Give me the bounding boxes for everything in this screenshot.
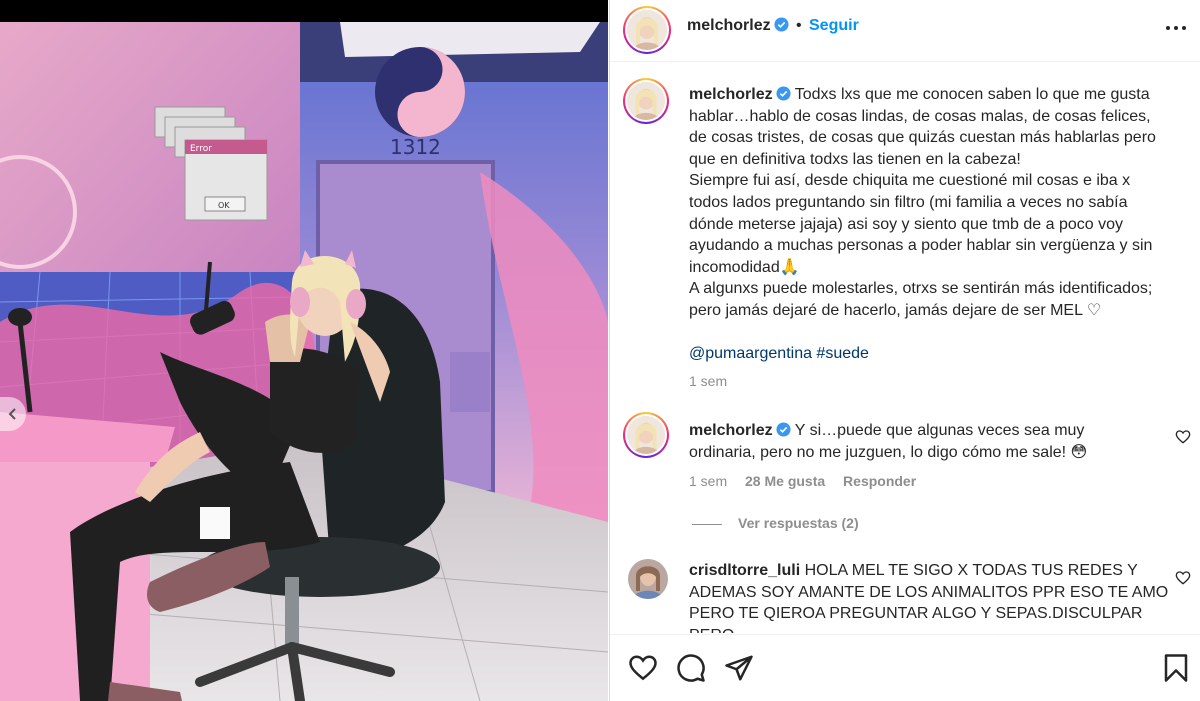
comment-meta: 1 sem 28 Me gusta Responder: [689, 473, 930, 489]
header-separator: •: [796, 17, 802, 34]
caption-tags-link[interactable]: @pumaargentina #suede: [689, 343, 1179, 365]
caption-timestamp[interactable]: 1 sem: [689, 373, 727, 389]
more-horizontal-icon[interactable]: [1162, 16, 1190, 40]
comment-icon[interactable]: [676, 653, 706, 683]
comment-username[interactable]: melchorlez: [689, 422, 773, 439]
comment-line: ADEMAS SOY AMANTE DE LOS ANIMALITOS PPR …: [689, 583, 1169, 601]
reply-button[interactable]: Responder: [843, 473, 916, 489]
heart-icon[interactable]: [628, 653, 658, 683]
caption-line: de cosas tristes, de cosas que quizás cu…: [689, 129, 1156, 147]
comments-section[interactable]: melchorlez Todxs lxs que me conocen sabe…: [610, 63, 1200, 633]
bookmark-icon[interactable]: [1161, 653, 1191, 683]
caption-line: ayudando a muchas personas a poder habla…: [689, 237, 1153, 255]
caption-avatar[interactable]: [623, 78, 669, 124]
comment-line: ordinaria, pero no me juzguen, lo digo c…: [689, 443, 1088, 461]
caption-line: que en definitiva todxs las tienen en la…: [689, 150, 1021, 168]
post-photo[interactable]: 1312 Error OK: [0, 22, 608, 701]
comment-avatar[interactable]: [623, 412, 669, 458]
comment-text: melchorlez Y si…puede que algunas veces …: [689, 420, 1179, 463]
post-caption: melchorlez Todxs lxs que me conocen sabe…: [689, 84, 1179, 365]
caption-line: pero jamás dejaré de hacerlo, jamás deja…: [689, 301, 1102, 319]
caption-username[interactable]: melchorlez: [689, 86, 773, 103]
verified-badge-icon: [776, 422, 791, 437]
comment-like-heart-icon[interactable]: [1175, 429, 1191, 445]
verified-badge-icon: [774, 17, 789, 32]
caption-line: dónde meterse jajaja) asi soy y siento q…: [689, 215, 1124, 233]
avatar-image: [627, 416, 665, 454]
wall-number-text: 1312: [390, 135, 441, 159]
header-avatar[interactable]: [623, 6, 671, 54]
header-username-text[interactable]: melchorlez: [687, 17, 771, 34]
share-icon[interactable]: [724, 653, 754, 683]
replies-divider: [692, 523, 722, 525]
avatar-image: [628, 559, 668, 599]
comment-like-heart-icon[interactable]: [1175, 570, 1191, 586]
comment-line: PERO TE QIEROA PREGUNTAR ALGO Y SEPAS.DI…: [689, 605, 1143, 633]
comment-likes-count[interactable]: 28 Me gusta: [745, 473, 825, 489]
caption-line: incomodidad🙏: [689, 258, 800, 276]
popup-ok-text: OK: [218, 201, 230, 210]
avatar-image: [627, 10, 667, 50]
comment-avatar[interactable]: [628, 559, 668, 599]
comment-text: crisdltorre_luli HOLA MEL TE SIGO X TODA…: [689, 560, 1179, 633]
post-side-panel: melchorlez • Seguir melchorlez Todxs lxs…: [609, 0, 1200, 701]
caption-line: Todxs lxs que me conocen saben lo que me…: [794, 86, 1150, 103]
caption-line: hablar…hablo de cosas lindas, de cosas m…: [689, 107, 1151, 125]
caption-meta: 1 sem: [689, 373, 741, 389]
caption-line: todos lados preguntando sin filtro (mi f…: [689, 193, 1128, 211]
comment-timestamp[interactable]: 1 sem: [689, 473, 727, 489]
chevron-left-icon: [8, 408, 16, 420]
post-action-bar: [610, 634, 1200, 701]
comment-line: Y si…puede que algunas veces sea muy: [794, 422, 1085, 439]
follow-button[interactable]: Seguir: [809, 17, 859, 35]
comment-line: HOLA MEL TE SIGO X TODAS TUS REDES Y: [804, 562, 1138, 579]
photo-top-strip: [0, 0, 608, 22]
avatar-image: [627, 82, 665, 120]
view-replies-button[interactable]: Ver respuestas (2): [692, 515, 859, 531]
caption-line: Siempre fui así, desde chiquita me cuest…: [689, 172, 1131, 190]
view-replies-label[interactable]: Ver respuestas (2): [738, 515, 859, 531]
post-header: melchorlez • Seguir: [610, 0, 1200, 62]
verified-badge-icon: [776, 86, 791, 101]
comment-username[interactable]: crisdltorre_luli: [689, 562, 800, 579]
header-username[interactable]: melchorlez: [687, 17, 789, 35]
post-photo-panel: 1312 Error OK: [0, 0, 608, 701]
caption-line: A algunxs puede molestarles, otrxs se se…: [689, 280, 1153, 298]
popup-error-text: Error: [190, 144, 212, 154]
